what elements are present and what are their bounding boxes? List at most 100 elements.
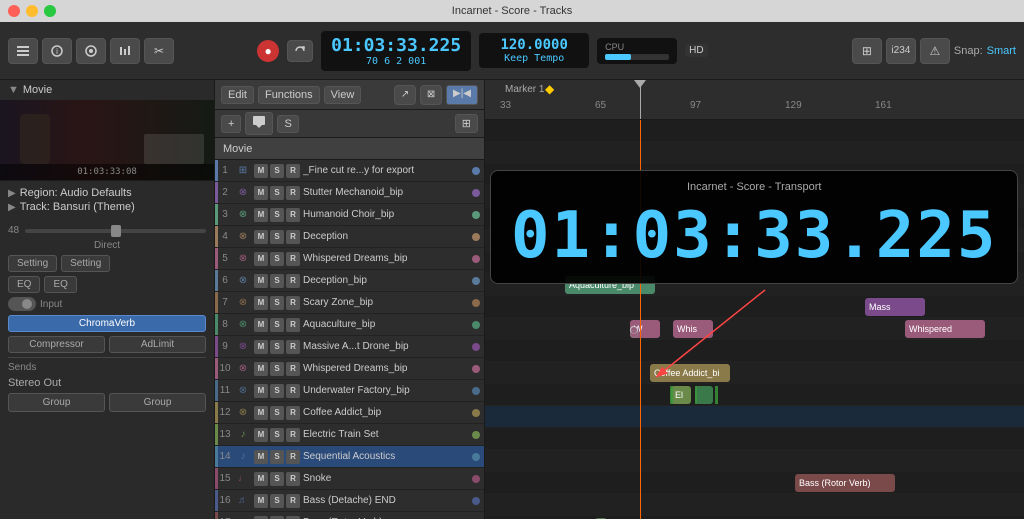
group1-button[interactable]: Group — [8, 393, 105, 412]
close-button[interactable] — [8, 5, 20, 17]
track-s-13[interactable]: S — [270, 428, 284, 442]
track-m-17[interactable]: M — [254, 516, 268, 519]
scissors-button[interactable]: ✂ — [144, 38, 174, 64]
clip-el[interactable]: El — [671, 386, 691, 404]
track-m-12[interactable]: M — [254, 406, 268, 420]
track-r-16[interactable]: R — [286, 494, 300, 508]
track-s-6[interactable]: S — [270, 274, 284, 288]
track-r-8[interactable]: R — [286, 318, 300, 332]
maximize-button[interactable] — [44, 5, 56, 17]
track-r-5[interactable]: R — [286, 252, 300, 266]
minimize-button[interactable] — [26, 5, 38, 17]
track-row-9[interactable]: 9⊗MSRMassive A...t Drone_bip — [215, 336, 484, 358]
cursor-button[interactable]: ↗ — [394, 85, 416, 105]
marker-button[interactable] — [245, 112, 273, 135]
track-s-7[interactable]: S — [270, 296, 284, 310]
record-button[interactable]: ● — [257, 40, 279, 62]
track-s-17[interactable]: S — [270, 516, 284, 519]
track-s-15[interactable]: S — [270, 472, 284, 486]
edit-button[interactable]: Edit — [221, 86, 254, 104]
track-s-9[interactable]: S — [270, 340, 284, 354]
track-row-14[interactable]: 14♪MSRSequential Acoustics — [215, 446, 484, 468]
clip-coffee_addict_bi[interactable]: Coffee Addict_bi — [650, 364, 730, 382]
i234-button[interactable]: i234 — [886, 38, 916, 64]
track-row-3[interactable]: 3⊗MSRHumanoid Choir_bip — [215, 204, 484, 226]
chromaverb-button[interactable]: ChromaVerb — [8, 315, 206, 332]
track-row-5[interactable]: 5⊗MSRWhispered Dreams_bip — [215, 248, 484, 270]
cycle-button[interactable] — [287, 40, 313, 62]
trim-button[interactable]: ⊠ — [420, 85, 442, 105]
group2-button[interactable]: Group — [109, 393, 206, 412]
s-button[interactable]: S — [277, 115, 298, 133]
track-r-9[interactable]: R — [286, 340, 300, 354]
track-m-6[interactable]: M — [254, 274, 268, 288]
track-m-14[interactable]: M — [254, 450, 268, 464]
track-m-16[interactable]: M — [254, 494, 268, 508]
movie-header[interactable]: ▼ Movie — [0, 80, 214, 100]
track-m-13[interactable]: M — [254, 428, 268, 442]
clip-whispered[interactable]: Whispered — [905, 320, 985, 338]
track-row-4[interactable]: 4⊗MSRDeception — [215, 226, 484, 248]
track-s-3[interactable]: S — [270, 208, 284, 222]
track-m-15[interactable]: M — [254, 472, 268, 486]
track-row-6[interactable]: 6⊗MSRDeception_bip — [215, 270, 484, 292]
compressor-button[interactable]: Compressor — [8, 336, 105, 353]
track-row-15[interactable]: 15♩MSRSnoke — [215, 468, 484, 490]
track-s-10[interactable]: S — [270, 362, 284, 376]
settings-button[interactable] — [76, 38, 106, 64]
clip-whis[interactable]: Whis — [673, 320, 713, 338]
track-r-2[interactable]: R — [286, 186, 300, 200]
track-s-8[interactable]: S — [270, 318, 284, 332]
track-m-4[interactable]: M — [254, 230, 268, 244]
volume-fader[interactable] — [25, 229, 206, 233]
track-row-1[interactable]: 1⊞MSR_Fine cut re...y for export — [215, 160, 484, 182]
track-r-1[interactable]: R — [286, 164, 300, 178]
track-s-4[interactable]: S — [270, 230, 284, 244]
eq1-button[interactable]: EQ — [8, 276, 40, 293]
track-m-2[interactable]: M — [254, 186, 268, 200]
track-s-5[interactable]: S — [270, 252, 284, 266]
track-m-5[interactable]: M — [254, 252, 268, 266]
track-m-9[interactable]: M — [254, 340, 268, 354]
adlimit-button[interactable]: AdLimit — [109, 336, 206, 353]
clip-[interactable] — [695, 386, 713, 404]
track-r-12[interactable]: R — [286, 406, 300, 420]
track-r-7[interactable]: R — [286, 296, 300, 310]
track-m-3[interactable]: M — [254, 208, 268, 222]
track-row-8[interactable]: 8⊗MSRAquaculture_bip — [215, 314, 484, 336]
track-row-2[interactable]: 2⊗MSRStutter Mechanoid_bip — [215, 182, 484, 204]
input-toggle[interactable] — [8, 297, 36, 311]
setting1-button[interactable]: Setting — [8, 255, 57, 272]
track-m-10[interactable]: M — [254, 362, 268, 376]
mixer-button[interactable] — [110, 38, 140, 64]
track-row-10[interactable]: 10⊗MSRWhispered Dreams_bip — [215, 358, 484, 380]
track-m-7[interactable]: M — [254, 296, 268, 310]
track-s-2[interactable]: S — [270, 186, 284, 200]
info-button[interactable]: i — [42, 38, 72, 64]
track-r-14[interactable]: R — [286, 450, 300, 464]
track-s-16[interactable]: S — [270, 494, 284, 508]
library-button[interactable] — [8, 38, 38, 64]
track-row-16[interactable]: 16♬MSRBass (Detache) END — [215, 490, 484, 512]
eq2-button[interactable]: EQ — [44, 276, 76, 293]
track-r-15[interactable]: R — [286, 472, 300, 486]
track-m-11[interactable]: M — [254, 384, 268, 398]
functions-button[interactable]: Functions — [258, 86, 320, 104]
grid-button[interactable]: ⊞ — [455, 114, 478, 133]
track-s-14[interactable]: S — [270, 450, 284, 464]
track-r-17[interactable]: R — [286, 516, 300, 519]
track-s-11[interactable]: S — [270, 384, 284, 398]
track-row-7[interactable]: 7⊗MSRScary Zone_bip — [215, 292, 484, 314]
track-r-6[interactable]: R — [286, 274, 300, 288]
view-button[interactable]: View — [324, 86, 362, 104]
warning-button[interactable]: ⚠ — [920, 38, 950, 64]
timeline-tracks[interactable]: Aquaculture_bipMassWWhisWhisperedCoffee … — [485, 120, 1024, 519]
track-r-3[interactable]: R — [286, 208, 300, 222]
clip-bass_(rotor_verb)[interactable]: Bass (Rotor Verb) — [795, 474, 895, 492]
add-track-button[interactable]: + — [221, 115, 241, 133]
track-row-13[interactable]: 13♪MSRElectric Train Set — [215, 424, 484, 446]
track-m-1[interactable]: M — [254, 164, 268, 178]
track-s-12[interactable]: S — [270, 406, 284, 420]
track-r-11[interactable]: R — [286, 384, 300, 398]
setting2-button[interactable]: Setting — [61, 255, 110, 272]
